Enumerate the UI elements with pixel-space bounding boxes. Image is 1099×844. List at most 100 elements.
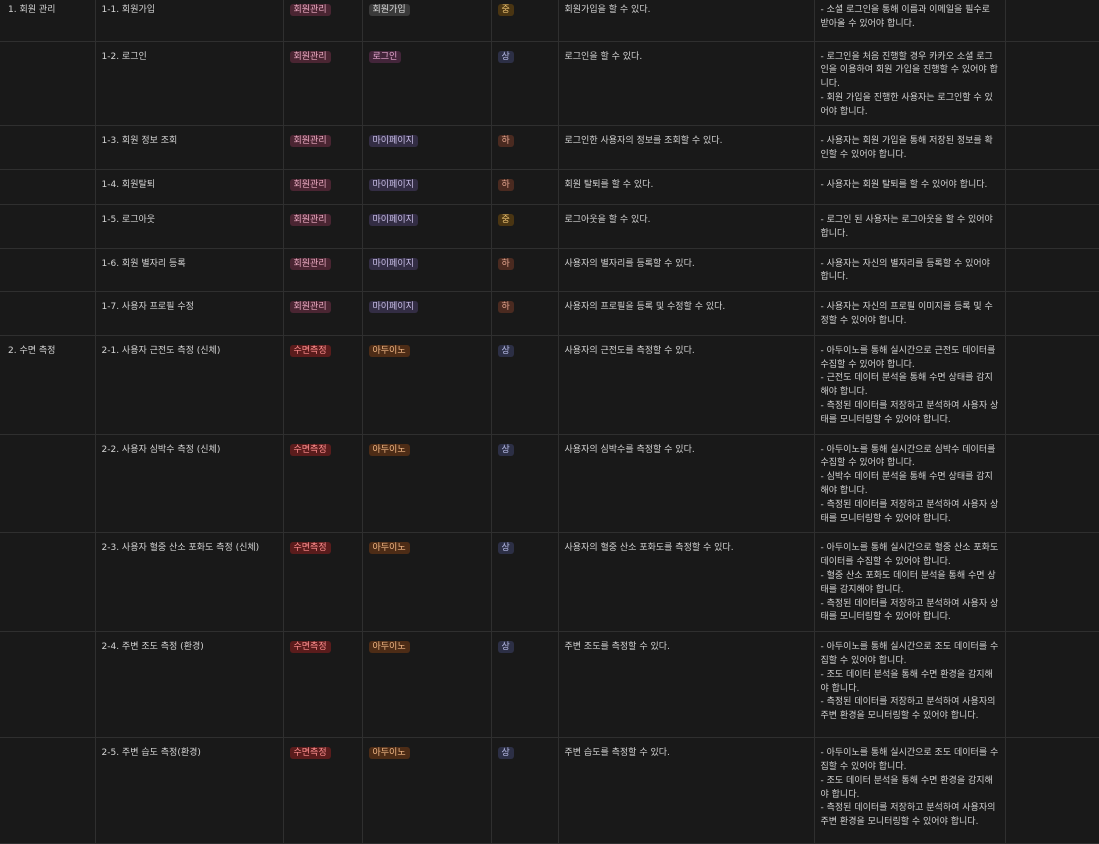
table-row[interactable]: 1-6. 회원 별자리 등록 회원관리 마이페이지 하 사용자의 별자리를 등록할 수 …	[0, 248, 1099, 293]
extra-cell[interactable]	[1005, 248, 1099, 293]
detail-cell[interactable]: - 사용자는 자신의 별자리를 등록할 수 있어야 합니다.	[814, 248, 1006, 293]
feature-cell[interactable]: 2-2. 사용자 심박수 측정 (신체)	[95, 434, 284, 534]
summary-cell[interactable]: 회원가입을 할 수 있다.	[558, 0, 815, 42]
feature-cell[interactable]: 1-5. 로그아웃	[95, 204, 284, 249]
table-row[interactable]: 2-4. 주변 조도 측정 (환경) 수면측정 아두이노 상 주변 조도를 측정할 수 …	[0, 631, 1099, 739]
detail-cell[interactable]: - 아두이노를 통해 실시간으로 조도 데이터를 수집할 수 있어야 합니다. -…	[814, 631, 1006, 739]
detail-cell[interactable]: - 로그인을 처음 진행할 경우 카카오 소셜 로그인을 이용하여 회원 가입을…	[814, 41, 1006, 127]
priority-cell[interactable]: 하	[491, 291, 559, 336]
group-tag-cell[interactable]: 회원관리	[283, 169, 363, 206]
summary-cell[interactable]: 사용자의 혈중 산소 포화도를 측정할 수 있다.	[558, 532, 815, 633]
page-tag-cell[interactable]: 아두이노	[362, 631, 492, 739]
summary-cell[interactable]: 회원 탈퇴를 할 수 있다.	[558, 169, 815, 206]
summary-cell[interactable]: 로그아웃을 할 수 있다.	[558, 204, 815, 249]
summary-cell[interactable]: 로그인을 할 수 있다.	[558, 41, 815, 127]
summary-cell[interactable]: 로그인한 사용자의 정보를 조회할 수 있다.	[558, 125, 815, 171]
feature-cell[interactable]: 2-3. 사용자 혈중 산소 포화도 측정 (신체)	[95, 532, 284, 633]
category-cell[interactable]	[0, 41, 96, 127]
extra-cell[interactable]	[1005, 41, 1099, 127]
feature-cell[interactable]: 1-3. 회원 정보 조회	[95, 125, 284, 171]
summary-cell[interactable]: 주변 조도를 측정할 수 있다.	[558, 631, 815, 739]
category-cell[interactable]	[0, 434, 96, 534]
detail-cell[interactable]: - 아두이노를 통해 실시간으로 혈중 산소 포화도 데이터를 수집할 수 있어…	[814, 532, 1006, 633]
priority-cell[interactable]: 중	[491, 0, 559, 42]
category-cell[interactable]	[0, 291, 96, 336]
feature-cell[interactable]: 1-2. 로그인	[95, 41, 284, 127]
extra-cell[interactable]	[1005, 0, 1099, 42]
summary-cell[interactable]: 사용자의 심박수를 측정할 수 있다.	[558, 434, 815, 534]
detail-cell[interactable]: - 사용자는 회원 탈퇴를 할 수 있어야 합니다.	[814, 169, 1006, 206]
category-cell[interactable]	[0, 737, 96, 844]
table-row[interactable]: 2-3. 사용자 혈중 산소 포화도 측정 (신체) 수면측정 아두이노 상 사용자의 …	[0, 532, 1099, 633]
table-row[interactable]: 1-7. 사용자 프로필 수정 회원관리 마이페이지 하 사용자의 프로필을 등록 및 …	[0, 291, 1099, 336]
detail-cell[interactable]: - 아두이노를 통해 실시간으로 심박수 데이터를 수집할 수 있어야 합니다.…	[814, 434, 1006, 534]
priority-cell[interactable]: 상	[491, 532, 559, 633]
group-tag-cell[interactable]: 수면측정	[283, 631, 363, 739]
priority-cell[interactable]: 상	[491, 335, 559, 435]
group-tag-cell[interactable]: 수면측정	[283, 737, 363, 844]
page-tag-cell[interactable]: 마이페이지	[362, 248, 492, 293]
group-tag-cell[interactable]: 회원관리	[283, 41, 363, 127]
table-row[interactable]: 2-5. 주변 습도 측정(환경) 수면측정 아두이노 상 주변 습도를 측정할 수 있…	[0, 737, 1099, 844]
feature-cell[interactable]: 1-4. 회원탈퇴	[95, 169, 284, 206]
category-cell[interactable]	[0, 204, 96, 249]
category-cell[interactable]	[0, 125, 96, 171]
group-tag-cell[interactable]: 회원관리	[283, 125, 363, 171]
page-tag-cell[interactable]: 아두이노	[362, 737, 492, 844]
detail-cell[interactable]: - 아두이노를 통해 실시간으로 근전도 데이터를 수집할 수 있어야 합니다.…	[814, 335, 1006, 435]
priority-cell[interactable]: 하	[491, 169, 559, 206]
page-tag-cell[interactable]: 마이페이지	[362, 125, 492, 171]
summary-cell[interactable]: 사용자의 근전도를 측정할 수 있다.	[558, 335, 815, 435]
feature-cell[interactable]: 2-4. 주변 조도 측정 (환경)	[95, 631, 284, 739]
extra-cell[interactable]	[1005, 291, 1099, 336]
table-row[interactable]: 1-3. 회원 정보 조회 회원관리 마이페이지 하 로그인한 사용자의 정보를 조회할…	[0, 125, 1099, 171]
group-tag-cell[interactable]: 회원관리	[283, 248, 363, 293]
table-row[interactable]: 1-5. 로그아웃 회원관리 마이페이지 중 로그아웃을 할 수 있다. - 로그인 된 …	[0, 204, 1099, 249]
detail-cell[interactable]: - 사용자는 회원 가입을 통해 저장된 정보를 확인할 수 있어야 합니다.	[814, 125, 1006, 171]
feature-cell[interactable]: 2-5. 주변 습도 측정(환경)	[95, 737, 284, 844]
category-cell[interactable]	[0, 248, 96, 293]
table-row[interactable]: 1-4. 회원탈퇴 회원관리 마이페이지 하 회원 탈퇴를 할 수 있다. - 사용자는 …	[0, 169, 1099, 206]
group-tag-cell[interactable]: 회원관리	[283, 291, 363, 336]
extra-cell[interactable]	[1005, 125, 1099, 171]
page-tag-cell[interactable]: 아두이노	[362, 434, 492, 534]
priority-cell[interactable]: 상	[491, 41, 559, 127]
feature-cell[interactable]: 1-6. 회원 별자리 등록	[95, 248, 284, 293]
page-tag-cell[interactable]: 마이페이지	[362, 204, 492, 249]
priority-cell[interactable]: 하	[491, 248, 559, 293]
category-cell[interactable]: 2. 수면 측정	[0, 335, 96, 435]
summary-cell[interactable]: 주변 습도를 측정할 수 있다.	[558, 737, 815, 844]
extra-cell[interactable]	[1005, 737, 1099, 844]
extra-cell[interactable]	[1005, 204, 1099, 249]
category-cell[interactable]	[0, 169, 96, 206]
group-tag-cell[interactable]: 수면측정	[283, 532, 363, 633]
feature-cell[interactable]: 2-1. 사용자 근전도 측정 (신체)	[95, 335, 284, 435]
extra-cell[interactable]	[1005, 434, 1099, 534]
group-tag-cell[interactable]: 수면측정	[283, 335, 363, 435]
page-tag-cell[interactable]: 아두이노	[362, 335, 492, 435]
priority-cell[interactable]: 상	[491, 631, 559, 739]
group-tag-cell[interactable]: 수면측정	[283, 434, 363, 534]
page-tag-cell[interactable]: 마이페이지	[362, 169, 492, 206]
category-cell[interactable]	[0, 631, 96, 739]
detail-cell[interactable]: - 소셜 로그인을 통해 이름과 이메일을 필수로 받아올 수 있어야 합니다.	[814, 0, 1006, 42]
extra-cell[interactable]	[1005, 532, 1099, 633]
extra-cell[interactable]	[1005, 335, 1099, 435]
category-cell[interactable]: 1. 회원 관리	[0, 0, 96, 42]
table-row[interactable]: 2-2. 사용자 심박수 측정 (신체) 수면측정 아두이노 상 사용자의 심박수를 측…	[0, 434, 1099, 534]
category-cell[interactable]	[0, 532, 96, 633]
priority-cell[interactable]: 하	[491, 125, 559, 171]
table-row[interactable]: 1-2. 로그인 회원관리 로그인 상 로그인을 할 수 있다. - 로그인을 처음 진행…	[0, 41, 1099, 127]
extra-cell[interactable]	[1005, 631, 1099, 739]
priority-cell[interactable]: 중	[491, 204, 559, 249]
page-tag-cell[interactable]: 아두이노	[362, 532, 492, 633]
feature-cell[interactable]: 1-1. 회원가입	[95, 0, 284, 42]
feature-cell[interactable]: 1-7. 사용자 프로필 수정	[95, 291, 284, 336]
priority-cell[interactable]: 상	[491, 434, 559, 534]
table-row[interactable]: 1. 회원 관리 1-1. 회원가입 회원관리 회원가입 중 회원가입을 할 수 있다. -…	[0, 0, 1099, 42]
summary-cell[interactable]: 사용자의 별자리를 등록할 수 있다.	[558, 248, 815, 293]
table-row[interactable]: 2. 수면 측정 2-1. 사용자 근전도 측정 (신체) 수면측정 아두이노 상 사용자…	[0, 335, 1099, 435]
page-tag-cell[interactable]: 회원가입	[362, 0, 492, 42]
priority-cell[interactable]: 상	[491, 737, 559, 844]
detail-cell[interactable]: - 로그인 된 사용자는 로그아웃을 할 수 있어야 합니다.	[814, 204, 1006, 249]
